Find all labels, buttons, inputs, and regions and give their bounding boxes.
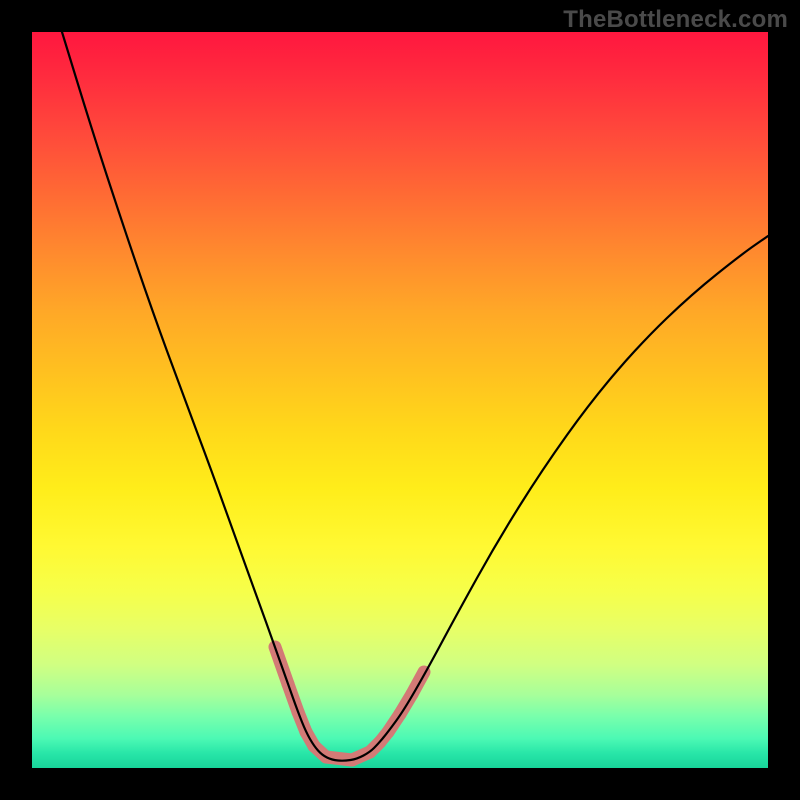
optimal-marker — [412, 672, 424, 694]
curve-layer — [32, 32, 768, 768]
bottleneck-curve — [62, 32, 768, 761]
optimal-zone — [275, 647, 424, 760]
watermark-text: TheBottleneck.com — [563, 6, 788, 34]
chart-frame: TheBottleneck.com — [0, 0, 800, 800]
plot-area — [32, 32, 768, 768]
